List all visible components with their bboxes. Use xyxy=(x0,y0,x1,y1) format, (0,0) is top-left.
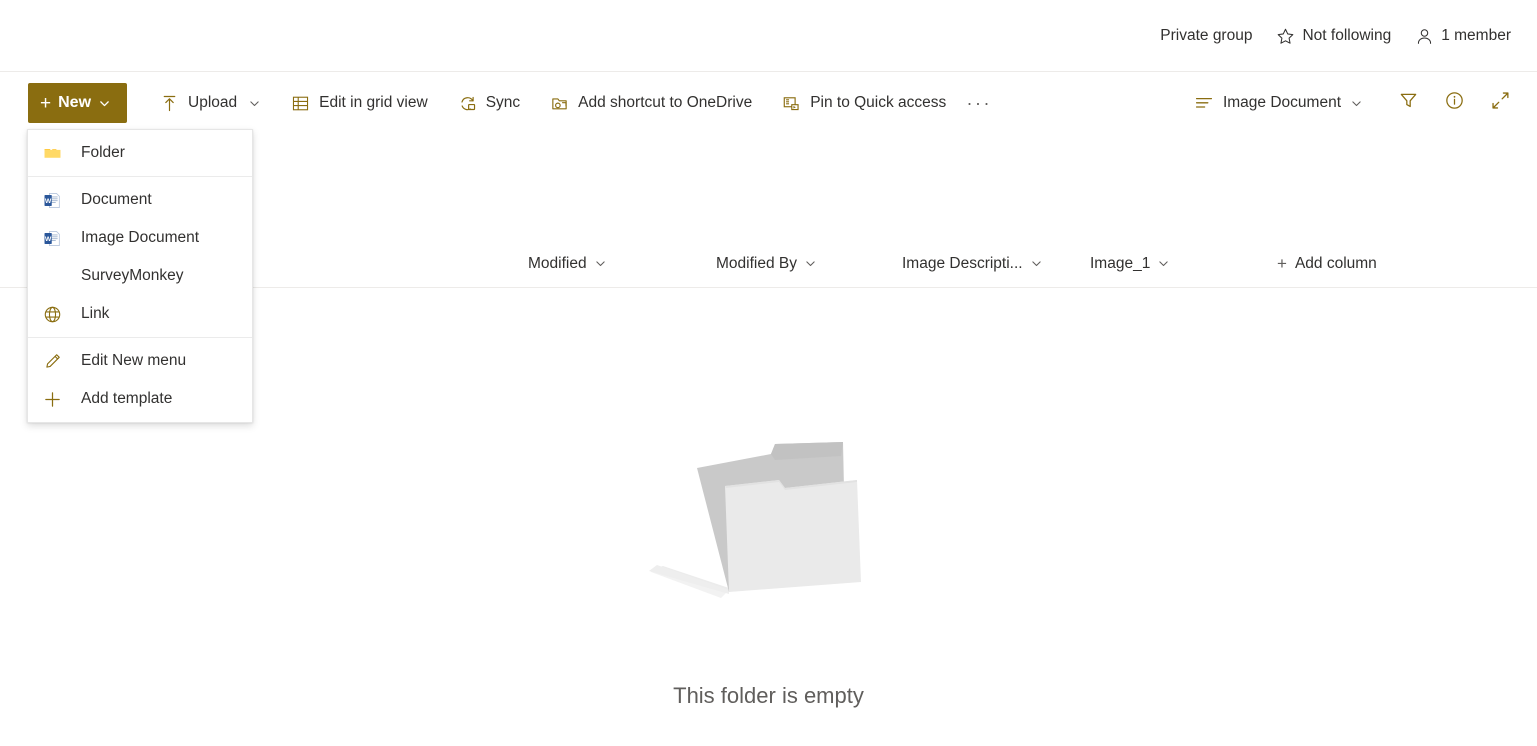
chevron-down-icon xyxy=(1157,257,1170,270)
chevron-down-icon xyxy=(98,97,111,110)
pencil-edit-icon xyxy=(42,351,62,371)
new-menu-item-label: Image Document xyxy=(81,229,200,247)
view-list-icon xyxy=(1194,93,1214,113)
filter-button[interactable] xyxy=(1387,83,1429,123)
new-menu-dropdown: Folder W Document W Image Document Surve… xyxy=(27,129,253,423)
view-selector-label: Image Document xyxy=(1222,94,1341,111)
members-button-label: 1 member xyxy=(1441,27,1511,44)
details-info-button[interactable] xyxy=(1433,83,1475,123)
new-menu-item-link[interactable]: Link xyxy=(28,295,252,333)
word-document-icon: W xyxy=(42,228,62,248)
empty-state: This folder is empty xyxy=(0,440,1537,709)
chevron-down-icon xyxy=(248,97,261,110)
new-menu-item-label: Folder xyxy=(81,144,125,162)
column-header-label: Modified By xyxy=(716,254,797,272)
members-button[interactable]: 1 member xyxy=(1403,18,1523,54)
new-menu-item-document[interactable]: W Document xyxy=(28,181,252,219)
new-menu-item-label: Add template xyxy=(81,390,173,408)
info-circle-icon xyxy=(1444,90,1465,116)
column-header-label: Modified xyxy=(528,254,587,272)
edit-in-grid-view-button[interactable]: Edit in grid view xyxy=(280,83,439,123)
privacy-label: Private group xyxy=(1148,18,1264,54)
person-icon xyxy=(1415,27,1434,46)
new-menu-item-add-template[interactable]: Add template xyxy=(28,380,252,418)
sync-icon xyxy=(458,94,477,113)
plus-icon: + xyxy=(1277,254,1287,273)
new-menu-item-label: Link xyxy=(81,305,110,323)
new-menu-item-surveymonkey[interactable]: SurveyMonkey xyxy=(28,257,252,295)
column-header-modified-by[interactable]: Modified By xyxy=(716,240,817,287)
svg-text:W: W xyxy=(44,197,51,204)
site-header-actions: Private group Not following 1 member xyxy=(1148,0,1523,72)
pin-quick-access-icon xyxy=(782,94,801,113)
empty-folder-illustration xyxy=(648,440,889,625)
upload-arrow-icon xyxy=(160,94,179,113)
plus-icon: + xyxy=(40,92,52,114)
globe-link-icon xyxy=(42,304,62,324)
pin-to-quick-access-button[interactable]: Pin to Quick access xyxy=(771,83,957,123)
add-column-button[interactable]: + Add column xyxy=(1277,240,1377,287)
new-menu-item-label: Document xyxy=(81,191,152,209)
view-selector[interactable]: Image Document xyxy=(1184,83,1373,123)
chevron-down-icon xyxy=(594,257,607,270)
column-header-image-description[interactable]: Image Descripti... xyxy=(902,240,1043,287)
upload-button-label: Upload xyxy=(188,94,238,112)
column-header-image-1[interactable]: Image_1 xyxy=(1090,240,1170,287)
column-header-label: Image Descripti... xyxy=(902,254,1023,272)
new-button-label: New xyxy=(58,94,92,111)
sync-button-label: Sync xyxy=(485,94,521,112)
expand-diagonal-icon xyxy=(1490,90,1511,116)
chevron-down-icon xyxy=(804,257,817,270)
word-document-icon: W xyxy=(42,190,62,210)
new-menu-section-manage: Edit New menu Add template xyxy=(28,338,252,422)
command-bar-left-group: + New Upload Edit in grid view Sync Add … xyxy=(0,83,997,123)
new-menu-item-label: Edit New menu xyxy=(81,352,187,370)
site-header: Private group Not following 1 member xyxy=(0,0,1537,72)
follow-button-label: Not following xyxy=(1302,27,1392,44)
new-menu-section-folder: Folder xyxy=(28,130,252,176)
more-commands-button[interactable]: ··· xyxy=(957,83,997,123)
new-menu-item-edit-new-menu[interactable]: Edit New menu xyxy=(28,342,252,380)
edit-in-grid-view-label: Edit in grid view xyxy=(319,94,428,112)
onedrive-shortcut-icon xyxy=(550,94,569,113)
new-menu-item-folder[interactable]: Folder xyxy=(28,134,252,172)
star-icon xyxy=(1276,27,1295,46)
add-shortcut-label: Add shortcut to OneDrive xyxy=(578,94,753,112)
column-header-label: Image_1 xyxy=(1090,254,1151,272)
folder-icon xyxy=(42,143,62,163)
filter-funnel-icon xyxy=(1398,90,1419,116)
chevron-down-icon xyxy=(1350,97,1363,110)
follow-button[interactable]: Not following xyxy=(1264,18,1403,54)
new-menu-section-templates: W Document W Image Document SurveyMonkey xyxy=(28,177,252,337)
add-shortcut-to-onedrive-button[interactable]: Add shortcut to OneDrive xyxy=(539,83,763,123)
plus-icon xyxy=(42,389,62,409)
no-icon-placeholder xyxy=(42,266,62,286)
chevron-down-icon xyxy=(1030,257,1043,270)
upload-button[interactable]: Upload xyxy=(149,83,272,123)
new-menu-item-image-document[interactable]: W Image Document xyxy=(28,219,252,257)
grid-table-icon xyxy=(291,94,310,113)
privacy-label-text: Private group xyxy=(1160,27,1253,44)
expand-button[interactable] xyxy=(1479,83,1521,123)
more-commands-label: ··· xyxy=(966,92,993,113)
command-bar: + New Upload Edit in grid view Sync Add … xyxy=(0,72,1537,134)
new-button[interactable]: + New xyxy=(28,83,128,123)
column-header-modified[interactable]: Modified xyxy=(528,240,607,287)
new-menu-item-label: SurveyMonkey xyxy=(81,267,184,285)
pin-to-quick-access-label: Pin to Quick access xyxy=(810,94,947,112)
svg-text:W: W xyxy=(44,235,51,242)
command-bar-right-group: Image Document xyxy=(1184,72,1521,134)
sync-button[interactable]: Sync xyxy=(447,83,531,123)
empty-state-message: This folder is empty xyxy=(673,683,864,708)
add-column-label: Add column xyxy=(1294,254,1377,272)
